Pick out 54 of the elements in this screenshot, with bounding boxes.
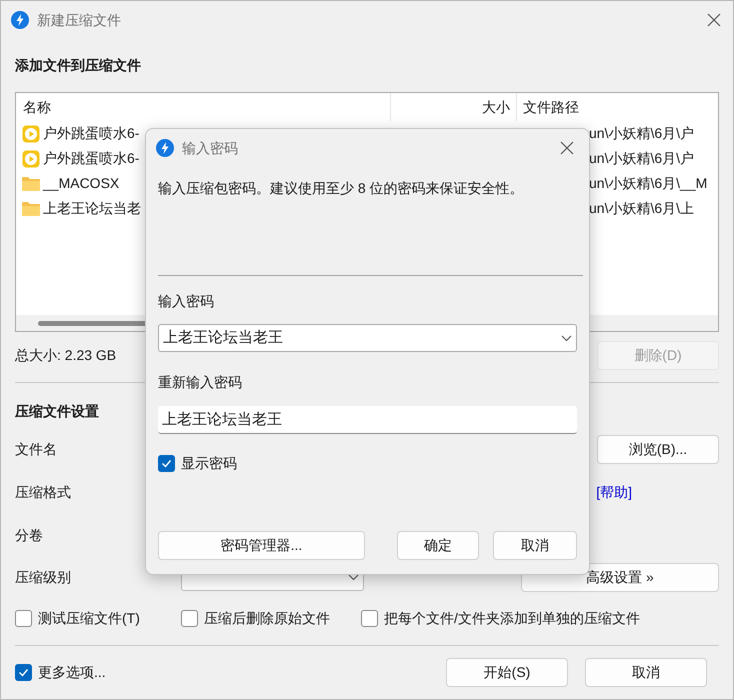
field-label: 输入密码 bbox=[158, 292, 214, 311]
file-path: un\小妖精\6月\上 bbox=[589, 199, 694, 218]
column-header[interactable]: 名称 bbox=[16, 93, 391, 121]
file-name[interactable]: __MACOSX bbox=[43, 173, 120, 194]
column-header[interactable]: 文件路径 bbox=[517, 93, 579, 121]
password-manager-button[interactable]: 密码管理器... bbox=[158, 531, 365, 560]
file-name[interactable]: 户外跳蛋喷水6- bbox=[43, 148, 140, 169]
folder-icon bbox=[21, 200, 41, 216]
field-label: 重新输入密码 bbox=[158, 373, 242, 392]
checkmark-icon bbox=[161, 458, 172, 469]
file-path: un\小妖精\6月\户 bbox=[589, 124, 694, 143]
chevron-down-icon bbox=[348, 574, 359, 581]
checkbox[interactable] bbox=[15, 664, 32, 680]
chevron-down-icon bbox=[561, 334, 572, 342]
section-heading: 压缩文件设置 bbox=[15, 402, 99, 421]
browse-button[interactable]: 浏览(B)... bbox=[597, 435, 719, 464]
checkbox[interactable] bbox=[361, 610, 378, 627]
checkmark-icon bbox=[18, 666, 29, 678]
video-file-icon bbox=[22, 150, 40, 168]
app-logo-icon bbox=[156, 139, 174, 157]
checkbox[interactable] bbox=[15, 610, 32, 627]
help-link[interactable]: [帮助] bbox=[596, 482, 632, 503]
file-name[interactable]: 户外跳蛋喷水6- bbox=[43, 123, 140, 144]
total-size: 总大小: 2.23 GB bbox=[15, 346, 116, 365]
dialog-message: 输入压缩包密码。建议使用至少 8 位的密码来保证安全性。 bbox=[158, 179, 525, 198]
column-header[interactable]: 大小 bbox=[391, 93, 517, 121]
window-title: 新建压缩文件 bbox=[37, 10, 121, 30]
close-icon[interactable] bbox=[560, 141, 574, 155]
checkbox-label[interactable]: 压缩后删除原始文件 bbox=[204, 608, 330, 629]
cancel-button[interactable]: 取消 bbox=[585, 658, 707, 686]
confirm-password-field[interactable]: 上老王论坛当老王 bbox=[158, 406, 577, 434]
password-combobox[interactable]: 上老王论坛当老王 bbox=[158, 324, 577, 352]
field-label: 压缩格式 bbox=[15, 483, 71, 502]
field-label: 文件名 bbox=[15, 440, 57, 459]
field-label: 压缩级别 bbox=[15, 568, 72, 587]
checkbox[interactable] bbox=[158, 455, 175, 472]
folder-icon bbox=[21, 176, 41, 192]
checkbox-label[interactable]: 测试压缩文件(T) bbox=[38, 608, 140, 629]
field-label: 分卷 bbox=[15, 526, 43, 545]
cancel-button[interactable]: 取消 bbox=[493, 531, 577, 560]
checkbox-label[interactable]: 更多选项... bbox=[38, 662, 106, 682]
start-button[interactable]: 开始(S) bbox=[446, 658, 568, 686]
checkbox[interactable] bbox=[181, 610, 198, 627]
file-path: un\小妖精\6月\__M bbox=[589, 174, 708, 193]
checkbox-label[interactable]: 把每个文件/文件夹添加到单独的压缩文件 bbox=[384, 608, 640, 629]
section-heading: 添加文件到压缩文件 bbox=[15, 56, 141, 75]
app-logo-icon bbox=[11, 11, 29, 29]
file-name[interactable]: 上老王论坛当老 bbox=[43, 198, 141, 219]
file-path: un\小妖精\6月\户 bbox=[589, 149, 694, 168]
dialog-title: 输入密码 bbox=[182, 138, 238, 158]
ok-button[interactable]: 确定 bbox=[397, 531, 479, 560]
checkbox-label[interactable]: 显示密码 bbox=[181, 453, 237, 474]
video-file-icon bbox=[22, 124, 40, 142]
close-icon[interactable] bbox=[707, 13, 721, 27]
